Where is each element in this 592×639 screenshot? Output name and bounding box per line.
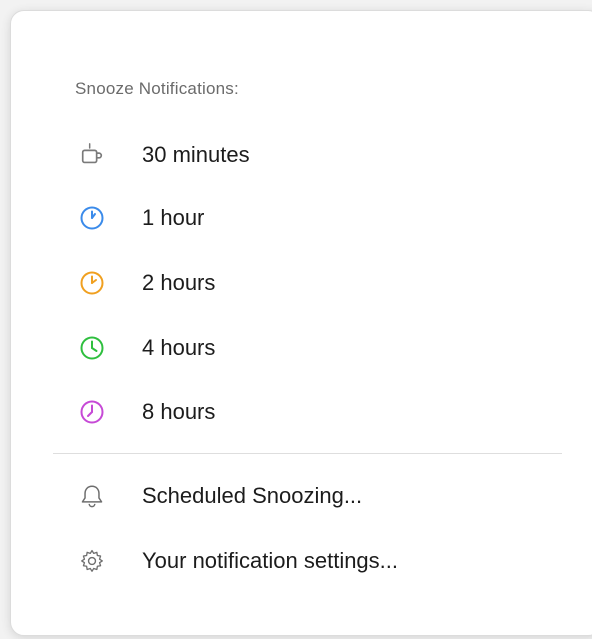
clock-icon <box>79 399 105 425</box>
section-title: Snooze Notifications: <box>75 79 239 98</box>
snooze-menu: Snooze Notifications: 30 minutes 1 hour <box>10 10 592 636</box>
snooze-option-label: 8 hours <box>142 399 216 424</box>
snooze-option-label: 1 hour <box>142 205 205 230</box>
gear-icon <box>79 548 105 574</box>
scheduled-snoozing-option[interactable]: Scheduled Snoozing... <box>11 470 571 522</box>
snooze-option-label: 4 hours <box>142 335 216 360</box>
snooze-1-hour-option[interactable]: 1 hour <box>11 192 571 244</box>
snooze-30-minutes-option[interactable]: 30 minutes <box>11 129 571 181</box>
clock-icon <box>79 205 105 231</box>
notification-settings-option[interactable]: Your notification settings... <box>11 535 571 587</box>
snooze-8-hours-option[interactable]: 8 hours <box>11 386 571 438</box>
action-label: Your notification settings... <box>142 548 399 573</box>
clock-icon <box>79 335 105 361</box>
snooze-option-label: 2 hours <box>142 270 216 295</box>
clock-icon <box>79 270 105 296</box>
coffee-cup-icon <box>79 142 105 168</box>
menu-divider <box>53 453 562 454</box>
action-label: Scheduled Snoozing... <box>142 483 363 508</box>
snooze-2-hours-option[interactable]: 2 hours <box>11 257 571 309</box>
snooze-4-hours-option[interactable]: 4 hours <box>11 322 571 374</box>
bell-icon <box>79 483 105 509</box>
snooze-option-label: 30 minutes <box>142 142 250 167</box>
